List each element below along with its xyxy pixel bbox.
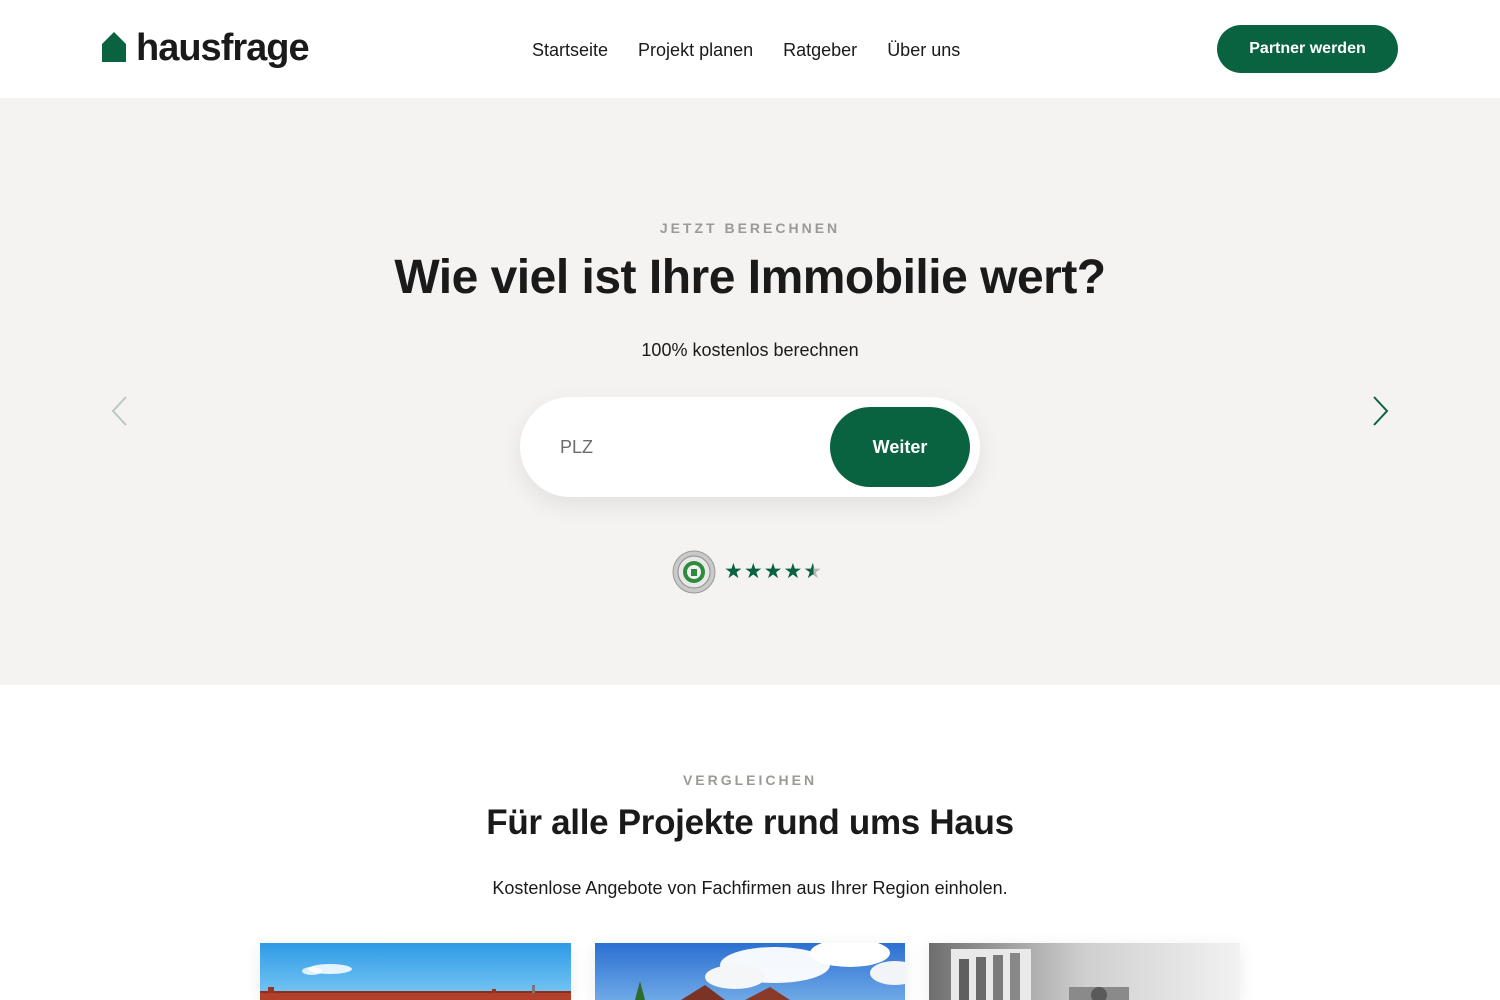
plz-search-form: Weiter (520, 397, 980, 497)
project-card-house[interactable] (595, 943, 905, 1000)
half-star-icon: ★ (803, 560, 823, 583)
plz-input[interactable] (560, 427, 820, 467)
hero-subtitle: 100% kostenlos berechnen (641, 340, 859, 360)
rating-badge: ★ ★ ★ ★ ★ (672, 550, 822, 594)
house-image (595, 943, 905, 1000)
star-icon: ★ (724, 560, 743, 583)
partner-werden-button[interactable]: Partner werden (1217, 25, 1398, 73)
logo-text: hausfrage (136, 27, 310, 69)
trust-seal-icon (672, 550, 716, 594)
hero-title: Wie viel ist Ihre Immobilie wert? (394, 251, 1106, 304)
heating-image (929, 943, 1240, 1000)
projects-title: Für alle Projekte rund ums Haus (486, 803, 1014, 842)
site-header: hausfrage Startseite Projekt planen Ratg… (0, 0, 1500, 98)
chevron-right-icon[interactable] (1368, 394, 1392, 428)
star-icon: ★ (743, 560, 763, 583)
project-card-heating[interactable] (929, 943, 1240, 1000)
hero-eyebrow: JETZT BERECHNEN (659, 220, 841, 236)
nav-link-projekt-planen[interactable]: Projekt planen (638, 38, 753, 62)
nav-link-startseite[interactable]: Startseite (532, 38, 608, 62)
nav-link-ueber-uns[interactable]: Über uns (887, 38, 960, 62)
logo[interactable]: hausfrage (102, 26, 310, 70)
main-nav: Startseite Projekt planen Ratgeber Über … (532, 38, 960, 62)
chevron-left-icon[interactable] (108, 394, 132, 428)
project-card-roof[interactable] (260, 943, 571, 1000)
projects-subtitle: Kostenlose Angebote von Fachfirmen aus I… (492, 878, 1008, 898)
hero-section: JETZT BERECHNEN Wie viel ist Ihre Immobi… (0, 98, 1500, 685)
star-icon: ★ (763, 560, 783, 583)
projects-section: VERGLEICHEN Für alle Projekte rund ums H… (0, 685, 1500, 1000)
nav-link-ratgeber[interactable]: Ratgeber (783, 38, 857, 62)
weiter-button[interactable]: Weiter (830, 407, 970, 487)
projects-eyebrow: VERGLEICHEN (682, 772, 818, 788)
star-icon: ★ (783, 560, 803, 583)
house-logo-icon (102, 32, 126, 62)
rating-stars: ★ ★ ★ ★ ★ (724, 561, 822, 583)
roof-image (260, 943, 571, 1000)
